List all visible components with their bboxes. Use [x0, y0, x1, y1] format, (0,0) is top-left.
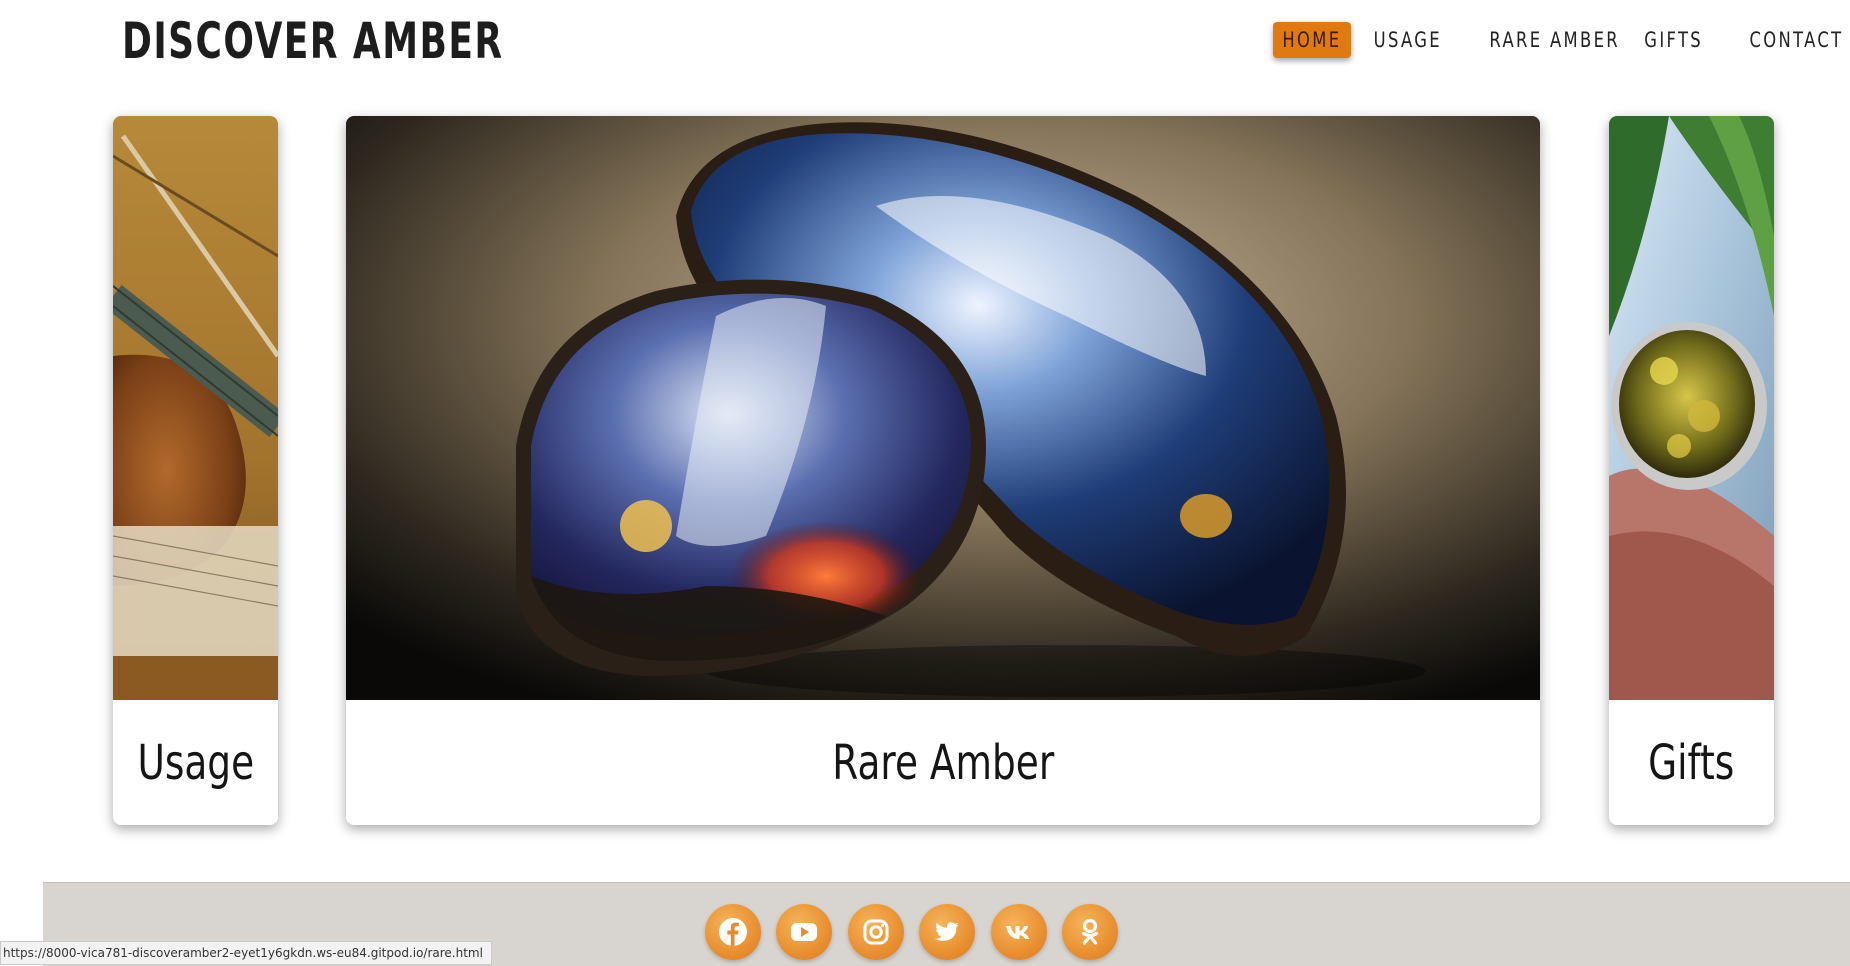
- youtube-icon: [791, 923, 817, 941]
- instagram-link[interactable]: [848, 904, 904, 960]
- status-bar-url: https://8000-vica781-discoveramber2-eyet…: [0, 941, 492, 965]
- twitter-icon: [934, 922, 959, 941]
- amber-ring-image: [1609, 116, 1774, 700]
- card-label-usage: Usage: [137, 734, 254, 791]
- nav-contact-me[interactable]: CONTACT ME: [1731, 22, 1850, 58]
- carousel-card-rare-amber[interactable]: Rare Amber: [346, 116, 1540, 825]
- rare-amber-image: [346, 116, 1540, 700]
- main-nav: HOME USAGE RARE AMBER GIFTS CONTACT ME: [1200, 22, 1850, 62]
- nav-home[interactable]: HOME: [1273, 22, 1351, 58]
- violin-image: [113, 116, 278, 700]
- odnoklassniki-link[interactable]: [1062, 904, 1118, 960]
- site-title[interactable]: DISCOVER AMBER: [122, 12, 504, 70]
- carousel-card-gifts[interactable]: Gifts: [1609, 116, 1774, 825]
- card-label-rare-amber: Rare Amber: [832, 734, 1054, 791]
- twitter-link[interactable]: [919, 904, 975, 960]
- facebook-icon: [719, 918, 747, 946]
- card-label-gifts: Gifts: [1648, 734, 1735, 791]
- vk-link[interactable]: [991, 904, 1047, 960]
- nav-rare-amber[interactable]: RARE AMBER: [1471, 22, 1619, 58]
- carousel-card-usage[interactable]: Usage: [113, 116, 278, 825]
- youtube-link[interactable]: [776, 904, 832, 960]
- nav-usage[interactable]: USAGE: [1364, 22, 1448, 58]
- facebook-link[interactable]: [705, 904, 761, 960]
- instagram-icon: [863, 919, 889, 945]
- nav-gifts[interactable]: GIFTS: [1636, 22, 1710, 58]
- vk-icon: [1006, 926, 1030, 939]
- odnoklassniki-icon: [1081, 918, 1099, 945]
